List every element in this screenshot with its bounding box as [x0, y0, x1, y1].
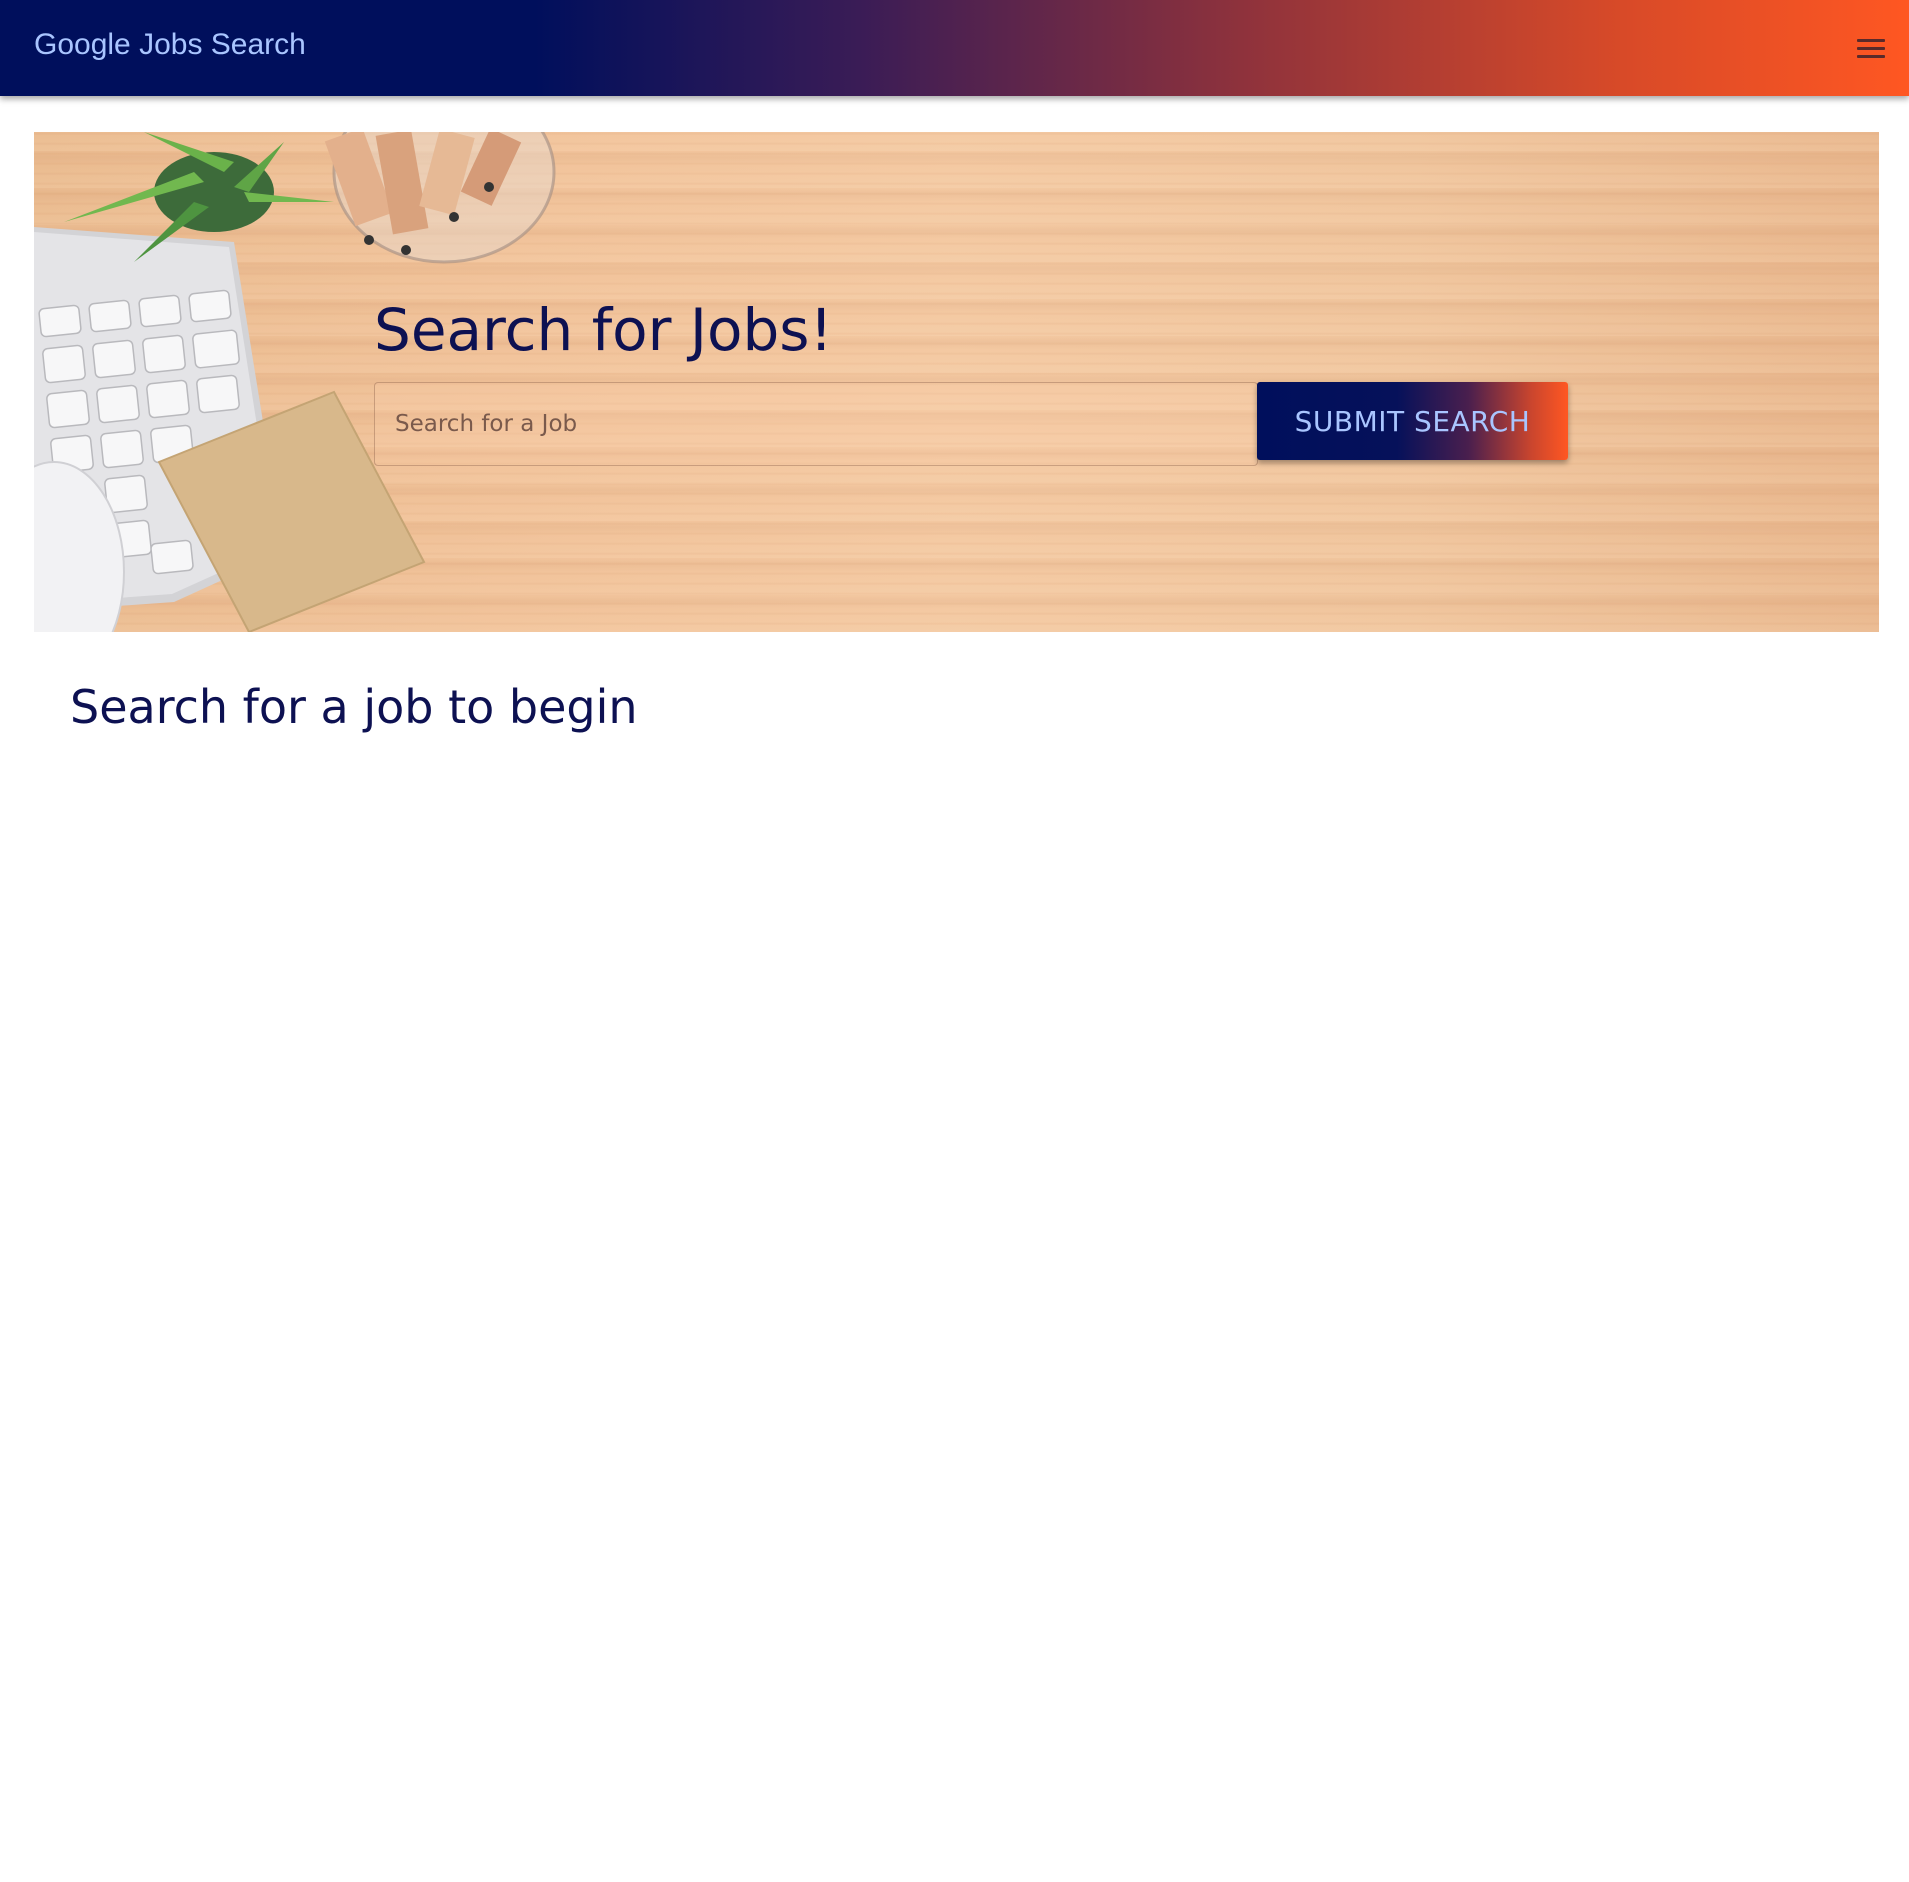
empty-state-message: Search for a job to begin	[70, 680, 638, 734]
submit-search-button[interactable]: SUBMIT SEARCH	[1257, 382, 1568, 460]
job-search-input[interactable]	[374, 382, 1258, 466]
app-title: Google Jobs Search	[34, 28, 306, 61]
top-app-bar: Google Jobs Search	[0, 0, 1909, 96]
hero-banner: Search for Jobs! SUBMIT SEARCH	[34, 132, 1879, 632]
hamburger-menu-button[interactable]	[1847, 24, 1895, 72]
hamburger-menu-icon	[1857, 38, 1885, 58]
hero-heading: Search for Jobs!	[374, 296, 833, 364]
